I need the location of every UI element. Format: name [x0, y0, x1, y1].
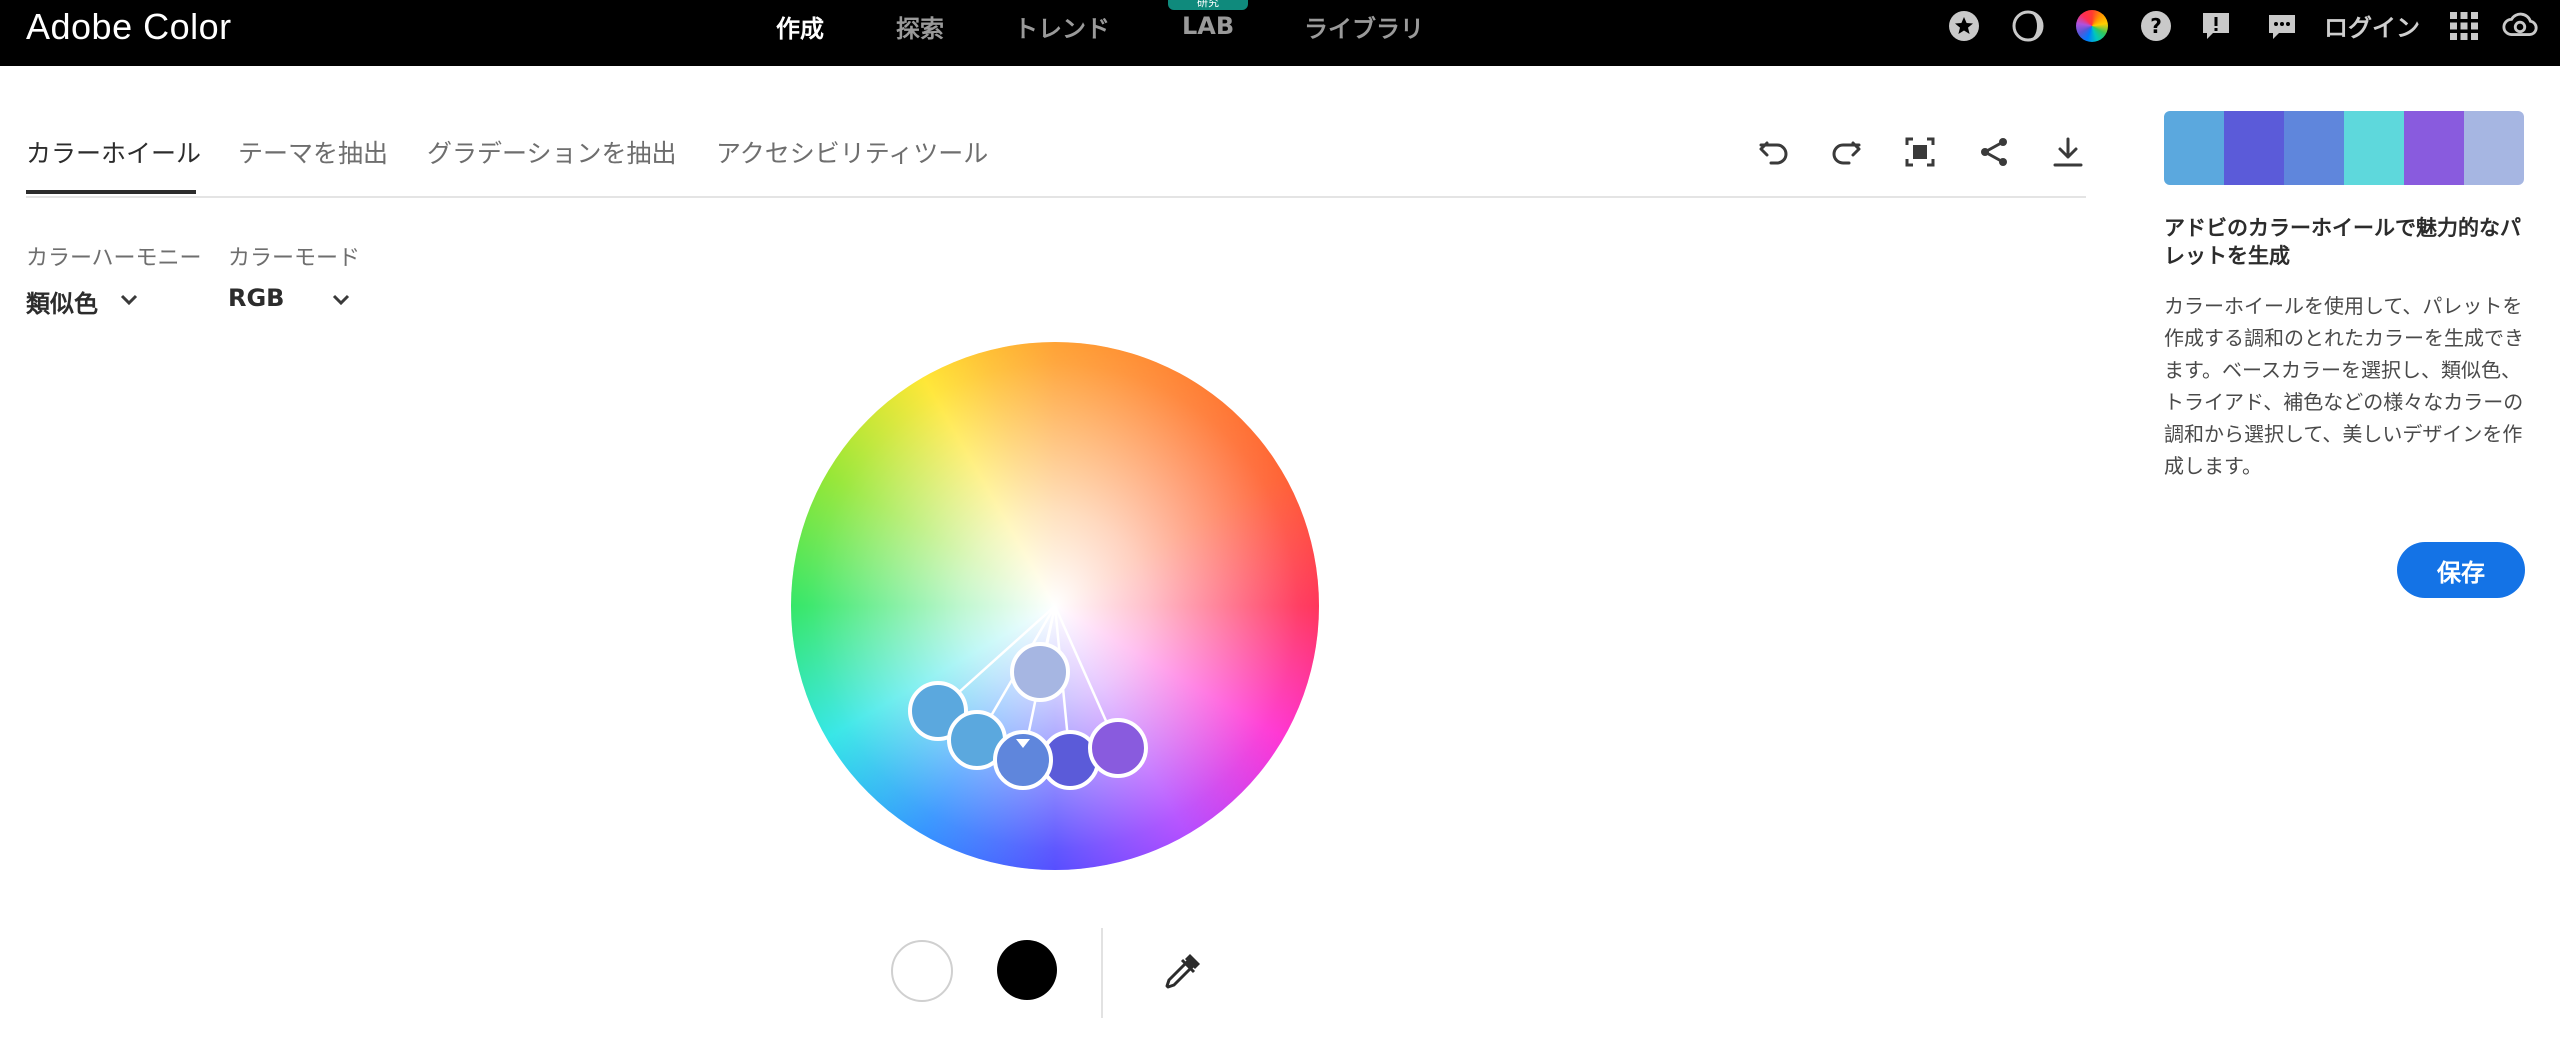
- nav-create[interactable]: 作成: [776, 0, 824, 52]
- chevron-down-icon[interactable]: [118, 290, 140, 308]
- harmony-handle[interactable]: [1010, 642, 1070, 702]
- mode-select[interactable]: RGB: [228, 284, 284, 312]
- palette-swatch[interactable]: [2164, 111, 2224, 185]
- tab-accessibility-tools[interactable]: アクセシビリティツール: [716, 134, 988, 170]
- star-badge-icon[interactable]: [1946, 8, 1982, 44]
- nav-lab[interactable]: LAB: [1182, 0, 1234, 52]
- side-heading: アドビのカラーホイールで魅力的なパレットを生成: [2164, 216, 2521, 268]
- black-swatch[interactable]: [997, 940, 1057, 1000]
- harmony-select[interactable]: 類似色: [26, 284, 98, 319]
- login-link[interactable]: ログイン: [2324, 8, 2420, 43]
- palette-swatch[interactable]: [2284, 111, 2344, 185]
- divider: [1101, 928, 1103, 1018]
- color-wheel[interactable]: [791, 342, 1319, 870]
- app-grid-icon[interactable]: [2446, 8, 2482, 44]
- nav-trends[interactable]: トレンド: [1014, 0, 1110, 52]
- palette-swatch[interactable]: [2344, 111, 2404, 185]
- mode-label: カラーモード: [228, 246, 361, 271]
- color-palette: [2164, 111, 2524, 185]
- harmony-label: カラーハーモニー: [26, 246, 202, 271]
- contrast-icon[interactable]: [2010, 8, 2046, 44]
- chevron-down-icon[interactable]: [330, 290, 352, 308]
- feedback-alert-icon[interactable]: [2198, 8, 2234, 44]
- palette-swatch[interactable]: [2404, 111, 2464, 185]
- palette-swatch[interactable]: [2464, 111, 2524, 185]
- nav-library[interactable]: ライブラリ: [1304, 0, 1424, 52]
- redo-icon[interactable]: [1826, 132, 1866, 172]
- help-icon[interactable]: ?: [2138, 8, 2174, 44]
- white-swatch[interactable]: [891, 940, 953, 1002]
- harmony-markers: [908, 605, 1148, 790]
- color-wheel-icon[interactable]: [2074, 8, 2110, 44]
- download-icon[interactable]: [2048, 132, 2088, 172]
- tab-extract-theme[interactable]: テーマを抽出: [238, 134, 388, 170]
- chat-icon[interactable]: [2264, 8, 2300, 44]
- harmony-handle[interactable]: [1088, 718, 1148, 778]
- svg-text:?: ?: [2150, 14, 2162, 38]
- undo-icon[interactable]: [1754, 132, 1794, 172]
- eyedropper-icon[interactable]: [1162, 950, 1204, 992]
- active-tab-indicator: [26, 190, 196, 194]
- fit-screen-icon[interactable]: [1900, 132, 1940, 172]
- top-bar: Adobe Color 作成 探索 トレンド 研究 LAB ライブラリ ? ログ…: [0, 0, 2560, 66]
- app-title[interactable]: Adobe Color: [26, 6, 232, 48]
- nav-explore[interactable]: 探索: [896, 0, 944, 52]
- tab-extract-gradient[interactable]: グラデーションを抽出: [427, 134, 677, 170]
- palette-swatch[interactable]: [2224, 111, 2284, 185]
- side-description: カラーホイールを使用して、パレットを作成する調和のとれたカラーを生成できます。ベ…: [2164, 294, 2524, 478]
- share-icon[interactable]: [1974, 132, 2014, 172]
- creative-cloud-icon[interactable]: [2502, 8, 2538, 44]
- save-button[interactable]: 保存: [2397, 542, 2525, 598]
- tab-color-wheel[interactable]: カラーホイール: [26, 134, 201, 170]
